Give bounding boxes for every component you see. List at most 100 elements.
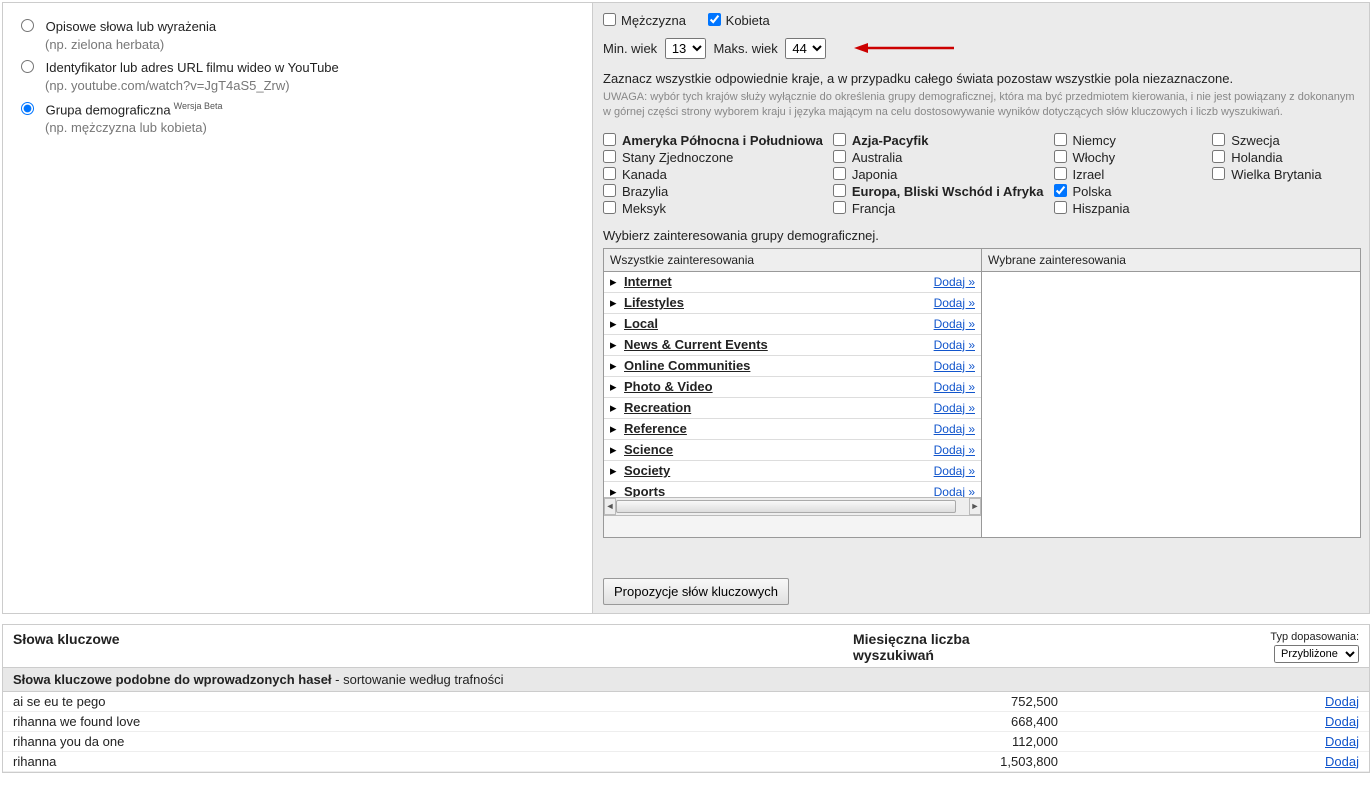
country-checkbox[interactable] bbox=[833, 133, 846, 146]
country-checkbox[interactable] bbox=[1054, 133, 1067, 146]
country-item[interactable]: Wielka Brytania bbox=[1212, 167, 1361, 182]
result-keyword: ai se eu te pego bbox=[13, 694, 853, 709]
expand-icon[interactable]: ▸ bbox=[610, 379, 624, 395]
add-interest-link[interactable]: Dodaj » bbox=[934, 380, 975, 394]
column-header-keywords[interactable]: Słowa kluczowe bbox=[13, 631, 853, 647]
radio-demographic[interactable] bbox=[21, 102, 34, 115]
interest-row: ▸ReferenceDodaj » bbox=[604, 419, 981, 440]
add-interest-link[interactable]: Dodaj » bbox=[934, 275, 975, 289]
country-item[interactable]: Polska bbox=[1054, 184, 1203, 199]
targeting-type-panel: Opisowe słowa lub wyrażenia (np. zielona… bbox=[3, 3, 593, 613]
country-item[interactable]: Izrael bbox=[1054, 167, 1203, 182]
column-header-searches[interactable]: Miesięczna liczba wyszukiwań bbox=[853, 631, 1053, 663]
expand-icon[interactable]: ▸ bbox=[610, 484, 624, 497]
checkbox-female[interactable] bbox=[708, 13, 721, 26]
country-item[interactable]: Azja-Pacyfik bbox=[833, 133, 1044, 148]
scroll-right-icon[interactable]: ► bbox=[969, 498, 981, 515]
country-checkbox[interactable] bbox=[1054, 167, 1067, 180]
country-item[interactable]: Hiszpania bbox=[1054, 201, 1203, 216]
country-item[interactable]: Australia bbox=[833, 150, 1044, 165]
interest-name[interactable]: Internet bbox=[624, 274, 934, 289]
country-checkbox[interactable] bbox=[833, 150, 846, 163]
add-keyword-link[interactable]: Dodaj bbox=[1325, 734, 1359, 749]
add-interest-link[interactable]: Dodaj » bbox=[934, 401, 975, 415]
max-age-select[interactable]: 44 bbox=[785, 38, 826, 59]
country-item[interactable]: Niemcy bbox=[1054, 133, 1203, 148]
horizontal-scrollbar[interactable]: ◄ ► bbox=[604, 497, 981, 515]
add-interest-link[interactable]: Dodaj » bbox=[934, 443, 975, 457]
country-item[interactable]: Europa, Bliski Wschód i Afryka bbox=[833, 184, 1044, 199]
expand-icon[interactable]: ▸ bbox=[610, 358, 624, 374]
country-label: Niemcy bbox=[1073, 133, 1116, 148]
add-interest-link[interactable]: Dodaj » bbox=[934, 359, 975, 373]
interest-name[interactable]: Online Communities bbox=[624, 358, 934, 373]
country-checkbox[interactable] bbox=[833, 201, 846, 214]
country-checkbox[interactable] bbox=[1054, 184, 1067, 197]
country-checkbox[interactable] bbox=[1212, 133, 1225, 146]
country-checkbox[interactable] bbox=[1054, 201, 1067, 214]
add-interest-link[interactable]: Dodaj » bbox=[934, 296, 975, 310]
country-checkbox[interactable] bbox=[833, 184, 846, 197]
country-checkbox[interactable] bbox=[603, 167, 616, 180]
expand-icon[interactable]: ▸ bbox=[610, 274, 624, 290]
country-checkbox[interactable] bbox=[833, 167, 846, 180]
interest-name[interactable]: News & Current Events bbox=[624, 337, 934, 352]
country-item[interactable]: Szwecja bbox=[1212, 133, 1361, 148]
add-keyword-link[interactable]: Dodaj bbox=[1325, 714, 1359, 729]
interest-name[interactable]: Local bbox=[624, 316, 934, 331]
result-keyword: rihanna bbox=[13, 754, 853, 769]
country-item[interactable]: Kanada bbox=[603, 167, 823, 182]
gender-male-label[interactable]: Mężczyzna bbox=[603, 13, 686, 28]
country-item[interactable]: Meksyk bbox=[603, 201, 823, 216]
country-checkbox[interactable] bbox=[603, 184, 616, 197]
interest-name[interactable]: Photo & Video bbox=[624, 379, 934, 394]
country-item[interactable]: Stany Zjednoczone bbox=[603, 150, 823, 165]
country-item[interactable]: Japonia bbox=[833, 167, 1044, 182]
country-item[interactable]: Brazylia bbox=[603, 184, 823, 199]
add-keyword-link[interactable]: Dodaj bbox=[1325, 694, 1359, 709]
country-checkbox[interactable] bbox=[1054, 150, 1067, 163]
gender-female-label[interactable]: Kobieta bbox=[708, 13, 770, 28]
checkbox-male[interactable] bbox=[603, 13, 616, 26]
interest-name[interactable]: Recreation bbox=[624, 400, 934, 415]
country-item[interactable]: Ameryka Północna i Południowa bbox=[603, 133, 823, 148]
keyword-suggestions-button[interactable]: Propozycje słów kluczowych bbox=[603, 578, 789, 605]
expand-icon[interactable]: ▸ bbox=[610, 337, 624, 353]
country-item[interactable]: Francja bbox=[833, 201, 1044, 216]
add-interest-link[interactable]: Dodaj » bbox=[934, 485, 975, 497]
interest-name[interactable]: Sports bbox=[624, 484, 934, 497]
interests-list[interactable]: ▸InternetDodaj »▸LifestylesDodaj »▸Local… bbox=[604, 272, 981, 497]
add-interest-link[interactable]: Dodaj » bbox=[934, 422, 975, 436]
country-checkbox[interactable] bbox=[603, 201, 616, 214]
radio-youtube[interactable] bbox=[21, 60, 34, 73]
expand-icon[interactable]: ▸ bbox=[610, 463, 624, 479]
expand-icon[interactable]: ▸ bbox=[610, 316, 624, 332]
interest-name[interactable]: Reference bbox=[624, 421, 934, 436]
min-age-select[interactable]: 13 bbox=[665, 38, 706, 59]
interest-name[interactable]: Society bbox=[624, 463, 934, 478]
interest-name[interactable]: Lifestyles bbox=[624, 295, 934, 310]
country-item[interactable]: Włochy bbox=[1054, 150, 1203, 165]
country-checkbox[interactable] bbox=[1212, 150, 1225, 163]
add-interest-link[interactable]: Dodaj » bbox=[934, 338, 975, 352]
expand-icon[interactable]: ▸ bbox=[610, 442, 624, 458]
add-keyword-link[interactable]: Dodaj bbox=[1325, 754, 1359, 769]
scroll-left-icon[interactable]: ◄ bbox=[604, 498, 616, 515]
match-type-select[interactable]: Przybliżone bbox=[1274, 645, 1359, 663]
radio-option-youtube[interactable]: Identyfikator lub adres URL filmu wideo … bbox=[21, 60, 587, 93]
add-interest-link[interactable]: Dodaj » bbox=[934, 317, 975, 331]
scrollbar-thumb[interactable] bbox=[616, 500, 956, 513]
radio-option-descriptive[interactable]: Opisowe słowa lub wyrażenia (np. zielona… bbox=[21, 19, 587, 52]
add-interest-link[interactable]: Dodaj » bbox=[934, 464, 975, 478]
country-checkbox[interactable] bbox=[603, 150, 616, 163]
country-checkbox[interactable] bbox=[1212, 167, 1225, 180]
expand-icon[interactable]: ▸ bbox=[610, 400, 624, 416]
country-item[interactable]: Holandia bbox=[1212, 150, 1361, 165]
expand-icon[interactable]: ▸ bbox=[610, 295, 624, 311]
radio-descriptive[interactable] bbox=[21, 19, 34, 32]
country-label: Szwecja bbox=[1231, 133, 1279, 148]
radio-option-demographic[interactable]: Grupa demograficznaWersja Beta (np. mężc… bbox=[21, 101, 587, 135]
expand-icon[interactable]: ▸ bbox=[610, 421, 624, 437]
interest-name[interactable]: Science bbox=[624, 442, 934, 457]
country-checkbox[interactable] bbox=[603, 133, 616, 146]
